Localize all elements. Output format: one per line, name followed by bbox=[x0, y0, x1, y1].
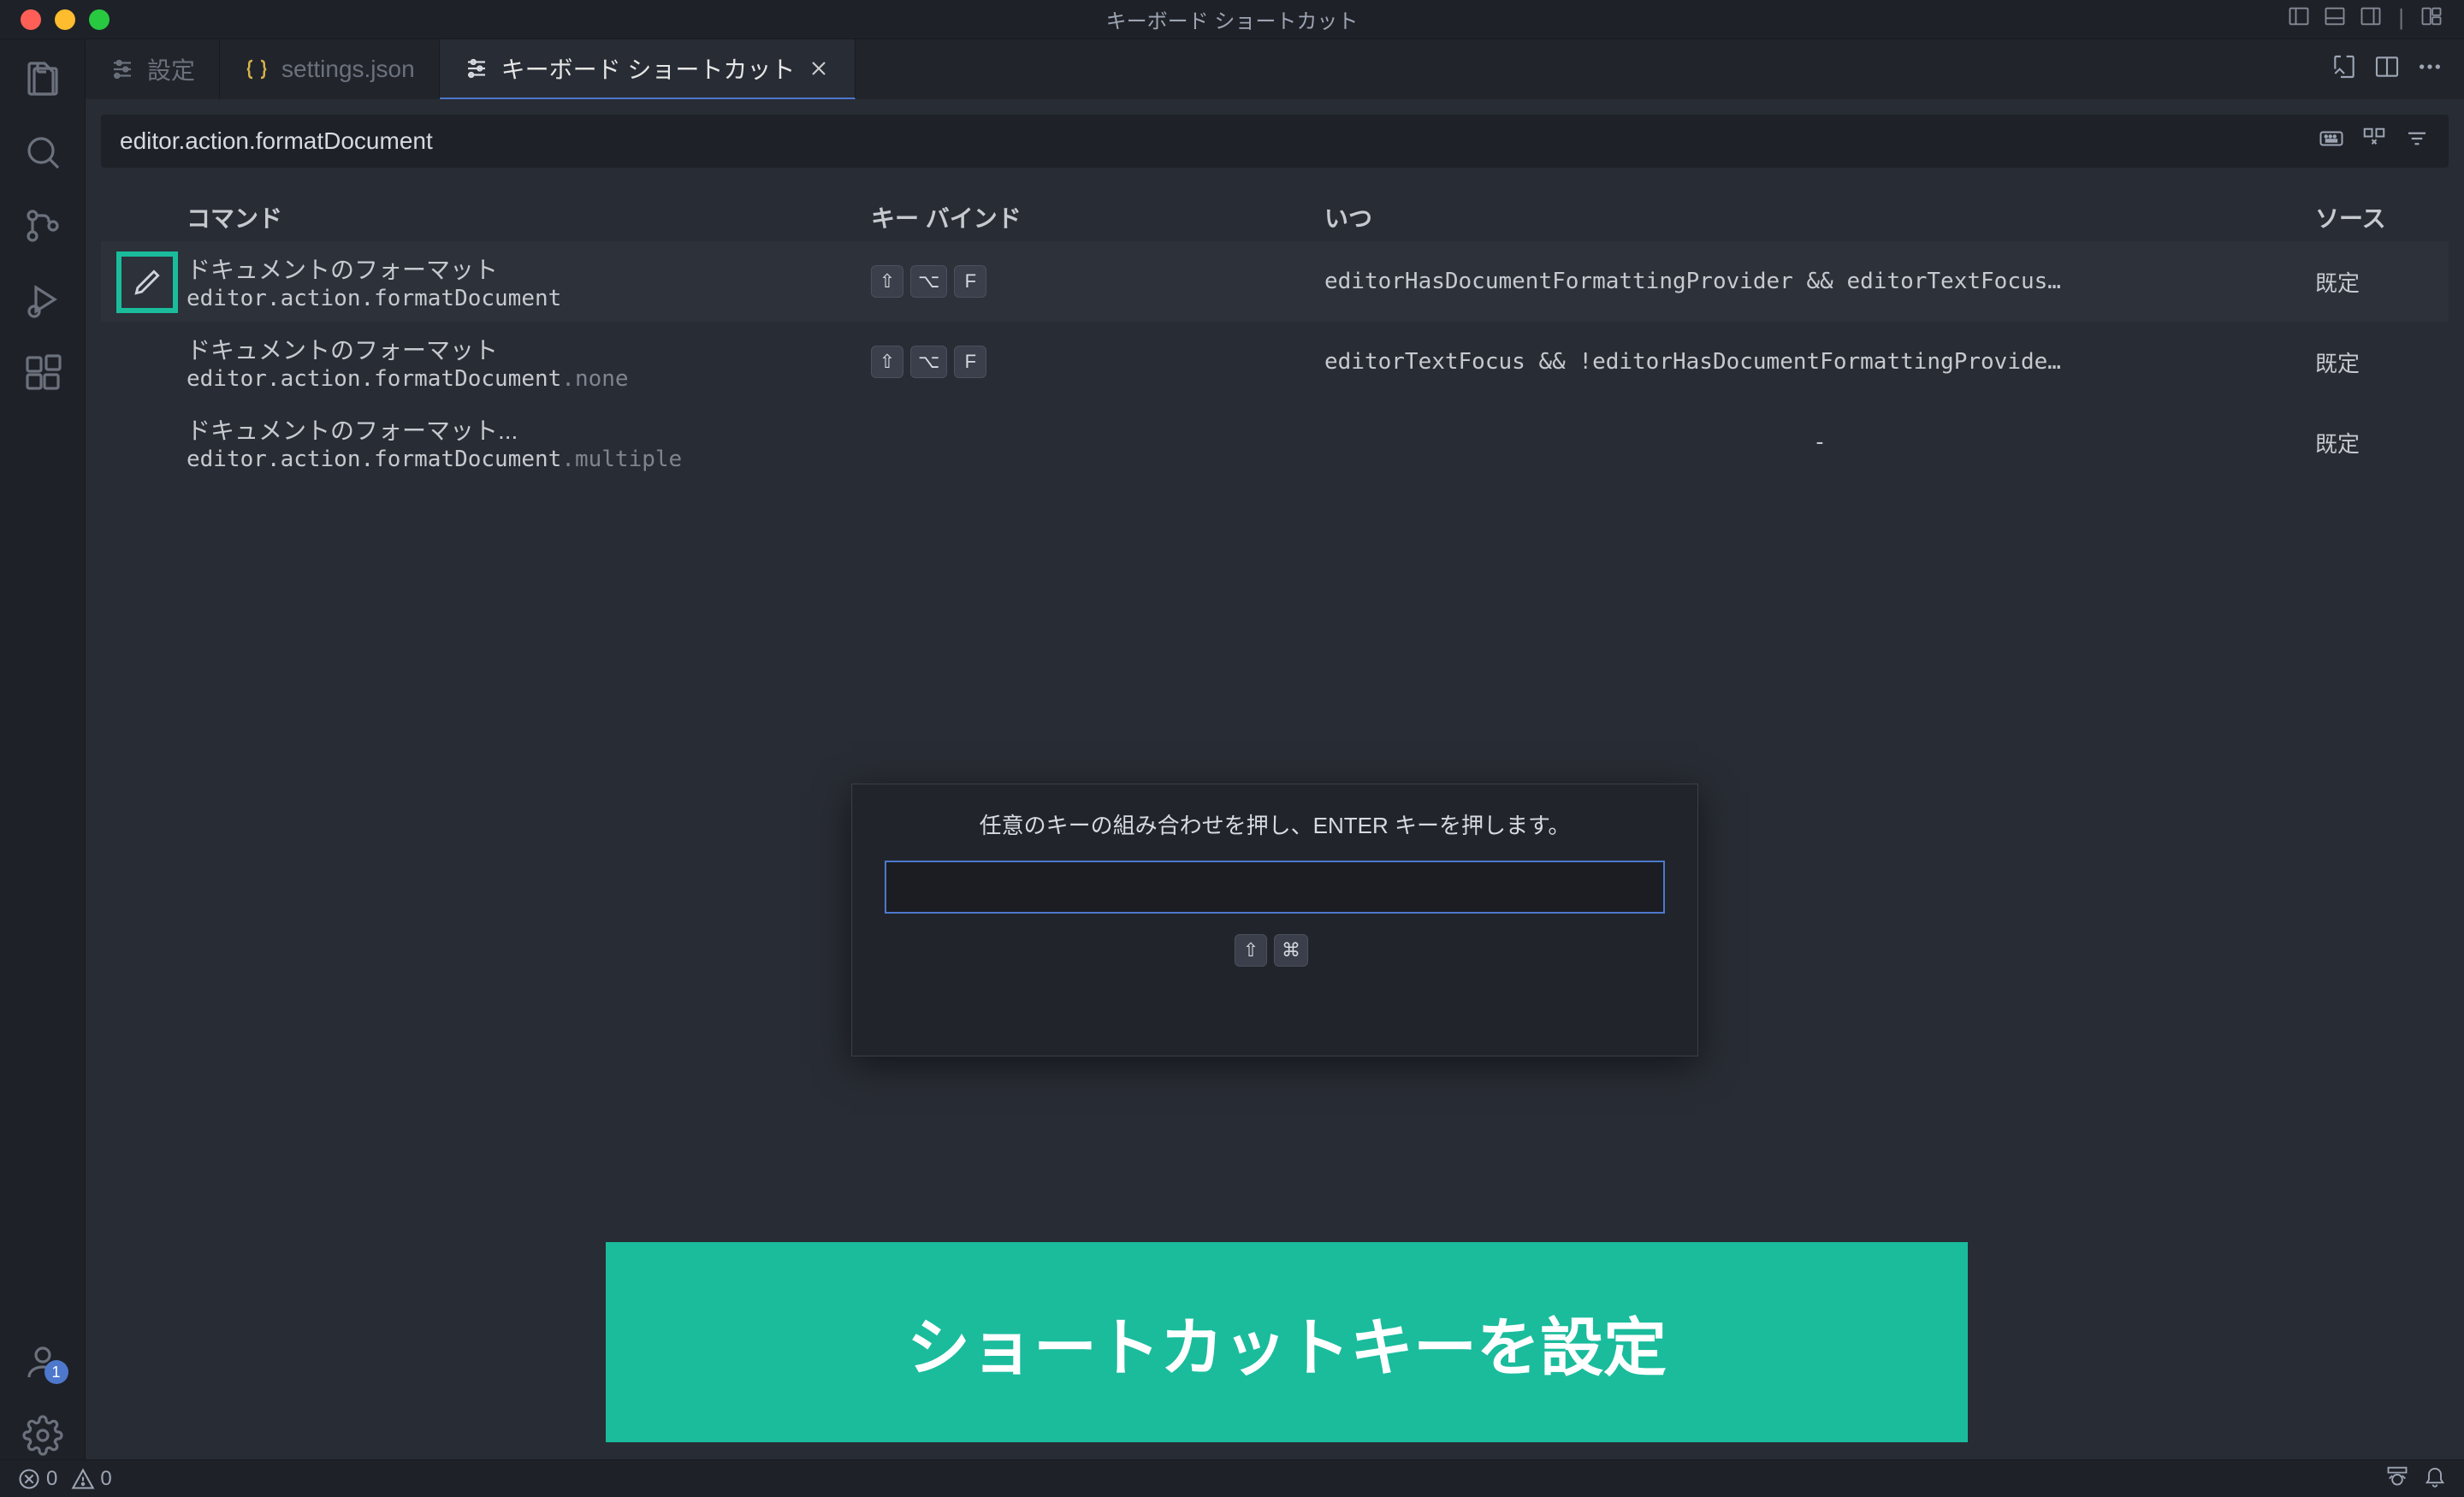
tab-label: settings.json bbox=[281, 56, 415, 83]
keybinding-keys: ⇧⌥F bbox=[871, 265, 1324, 298]
keybinding-source: 既定 bbox=[2315, 346, 2418, 378]
keybinding-when: editorTextFocus && !editorHasDocumentFor… bbox=[1324, 349, 2315, 375]
keybinding-search-row bbox=[101, 115, 2449, 168]
define-keybinding-dialog: 任意のキーの組み合わせを押し、ENTER キーを押します。 ⇧⌘ bbox=[851, 784, 1698, 1056]
sliders-icon bbox=[110, 56, 135, 82]
keybinding-table: コマンド キー バインド いつ ソース ドキュメントのフォーマットeditor.… bbox=[101, 193, 2449, 482]
window-close-button[interactable] bbox=[21, 9, 41, 30]
extensions-icon[interactable] bbox=[19, 349, 67, 397]
accounts-badge: 1 bbox=[44, 1360, 68, 1384]
key-F: F bbox=[954, 265, 986, 298]
command-title: ドキュメントのフォーマット bbox=[187, 251, 871, 286]
search-icon[interactable] bbox=[19, 128, 67, 176]
command-id: editor.action.formatDocument bbox=[187, 286, 871, 311]
close-icon[interactable] bbox=[807, 56, 831, 80]
key-⌥: ⌥ bbox=[910, 346, 947, 378]
define-keybinding-preview: ⇧⌘ bbox=[885, 934, 1665, 967]
run-debug-icon[interactable] bbox=[19, 275, 67, 323]
keybinding-source: 既定 bbox=[2315, 427, 2418, 459]
layout-panel-right-icon[interactable] bbox=[2359, 4, 2383, 34]
define-keybinding-input[interactable] bbox=[885, 861, 1665, 914]
define-keybinding-hint: 任意のキーの組み合わせを押し、ENTER キーを押します。 bbox=[885, 808, 1665, 840]
settings-gear-icon[interactable] bbox=[19, 1411, 67, 1459]
notifications-icon[interactable] bbox=[2423, 1464, 2447, 1494]
key-⇧: ⇧ bbox=[1235, 934, 1267, 967]
record-keys-icon[interactable] bbox=[2319, 126, 2344, 157]
key-F: F bbox=[954, 346, 986, 378]
key-⇧: ⇧ bbox=[871, 346, 903, 378]
activity-bar: 1 bbox=[0, 39, 86, 1459]
key-⌥: ⌥ bbox=[910, 265, 947, 298]
filter-icon[interactable] bbox=[2404, 126, 2430, 157]
column-header-keybinding[interactable]: キー バインド bbox=[871, 200, 1324, 234]
keybinding-when: - bbox=[1324, 429, 2315, 455]
keybinding-keys: ⇧⌥F bbox=[871, 346, 1324, 378]
explorer-icon[interactable] bbox=[19, 55, 67, 103]
window-minimize-button[interactable] bbox=[55, 9, 75, 30]
column-header-when[interactable]: いつ bbox=[1324, 200, 2315, 234]
command-id: editor.action.formatDocument.multiple bbox=[187, 447, 871, 472]
window-title: キーボード ショートカット bbox=[1106, 4, 1359, 34]
status-bar: 0 0 bbox=[0, 1459, 2464, 1497]
tab-label: 設定 bbox=[147, 52, 195, 86]
keybinding-when: editorHasDocumentFormattingProvider && e… bbox=[1324, 269, 2315, 294]
keybinding-search-input[interactable] bbox=[120, 127, 2319, 155]
json-braces-icon bbox=[244, 56, 270, 82]
layout-panel-bottom-icon[interactable] bbox=[2323, 4, 2347, 34]
key-⌘: ⌘ bbox=[1274, 934, 1308, 967]
window-maximize-button[interactable] bbox=[89, 9, 110, 30]
keybinding-row[interactable]: ドキュメントのフォーマット...editor.action.formatDocu… bbox=[101, 402, 2449, 482]
column-header-source[interactable]: ソース bbox=[2315, 200, 2418, 234]
sliders-icon bbox=[464, 56, 489, 81]
tab-settings-json[interactable]: settings.json bbox=[220, 39, 440, 99]
tabs-bar: 設定 settings.json キーボード ショートカット bbox=[86, 39, 2464, 99]
keybinding-row[interactable]: ドキュメントのフォーマットeditor.action.formatDocumen… bbox=[101, 241, 2449, 322]
pencil-icon bbox=[131, 266, 163, 299]
tab-keyboard-shortcuts[interactable]: キーボード ショートカット bbox=[440, 39, 856, 99]
titlebar: キーボード ショートカット | bbox=[0, 0, 2464, 39]
keybinding-source: 既定 bbox=[2315, 266, 2418, 298]
source-control-icon[interactable] bbox=[19, 202, 67, 250]
layout-customize-icon[interactable] bbox=[2420, 4, 2443, 34]
more-actions-icon[interactable] bbox=[2416, 53, 2443, 86]
open-json-icon[interactable] bbox=[2331, 53, 2358, 86]
key-⇧: ⇧ bbox=[871, 265, 903, 298]
tab-label: キーボード ショートカット bbox=[501, 51, 796, 86]
tab-settings[interactable]: 設定 bbox=[86, 39, 220, 99]
layout-panel-left-icon[interactable] bbox=[2287, 4, 2311, 34]
status-warnings[interactable]: 0 bbox=[71, 1467, 111, 1491]
keybinding-row[interactable]: ドキュメントのフォーマットeditor.action.formatDocumen… bbox=[101, 322, 2449, 402]
feedback-icon[interactable] bbox=[2385, 1464, 2409, 1494]
annotation-banner: ショートカットキーを設定 bbox=[606, 1242, 1968, 1442]
split-editor-icon[interactable] bbox=[2373, 53, 2401, 86]
sort-precedence-icon[interactable] bbox=[2361, 126, 2387, 157]
accounts-icon[interactable]: 1 bbox=[19, 1338, 67, 1386]
column-header-command[interactable]: コマンド bbox=[187, 200, 871, 234]
command-id: editor.action.formatDocument.none bbox=[187, 366, 871, 392]
command-title: ドキュメントのフォーマット bbox=[187, 332, 871, 366]
edit-keybinding-button[interactable] bbox=[116, 251, 178, 313]
command-title: ドキュメントのフォーマット... bbox=[187, 412, 871, 447]
status-errors[interactable]: 0 bbox=[17, 1467, 57, 1491]
divider: | bbox=[2398, 4, 2404, 34]
